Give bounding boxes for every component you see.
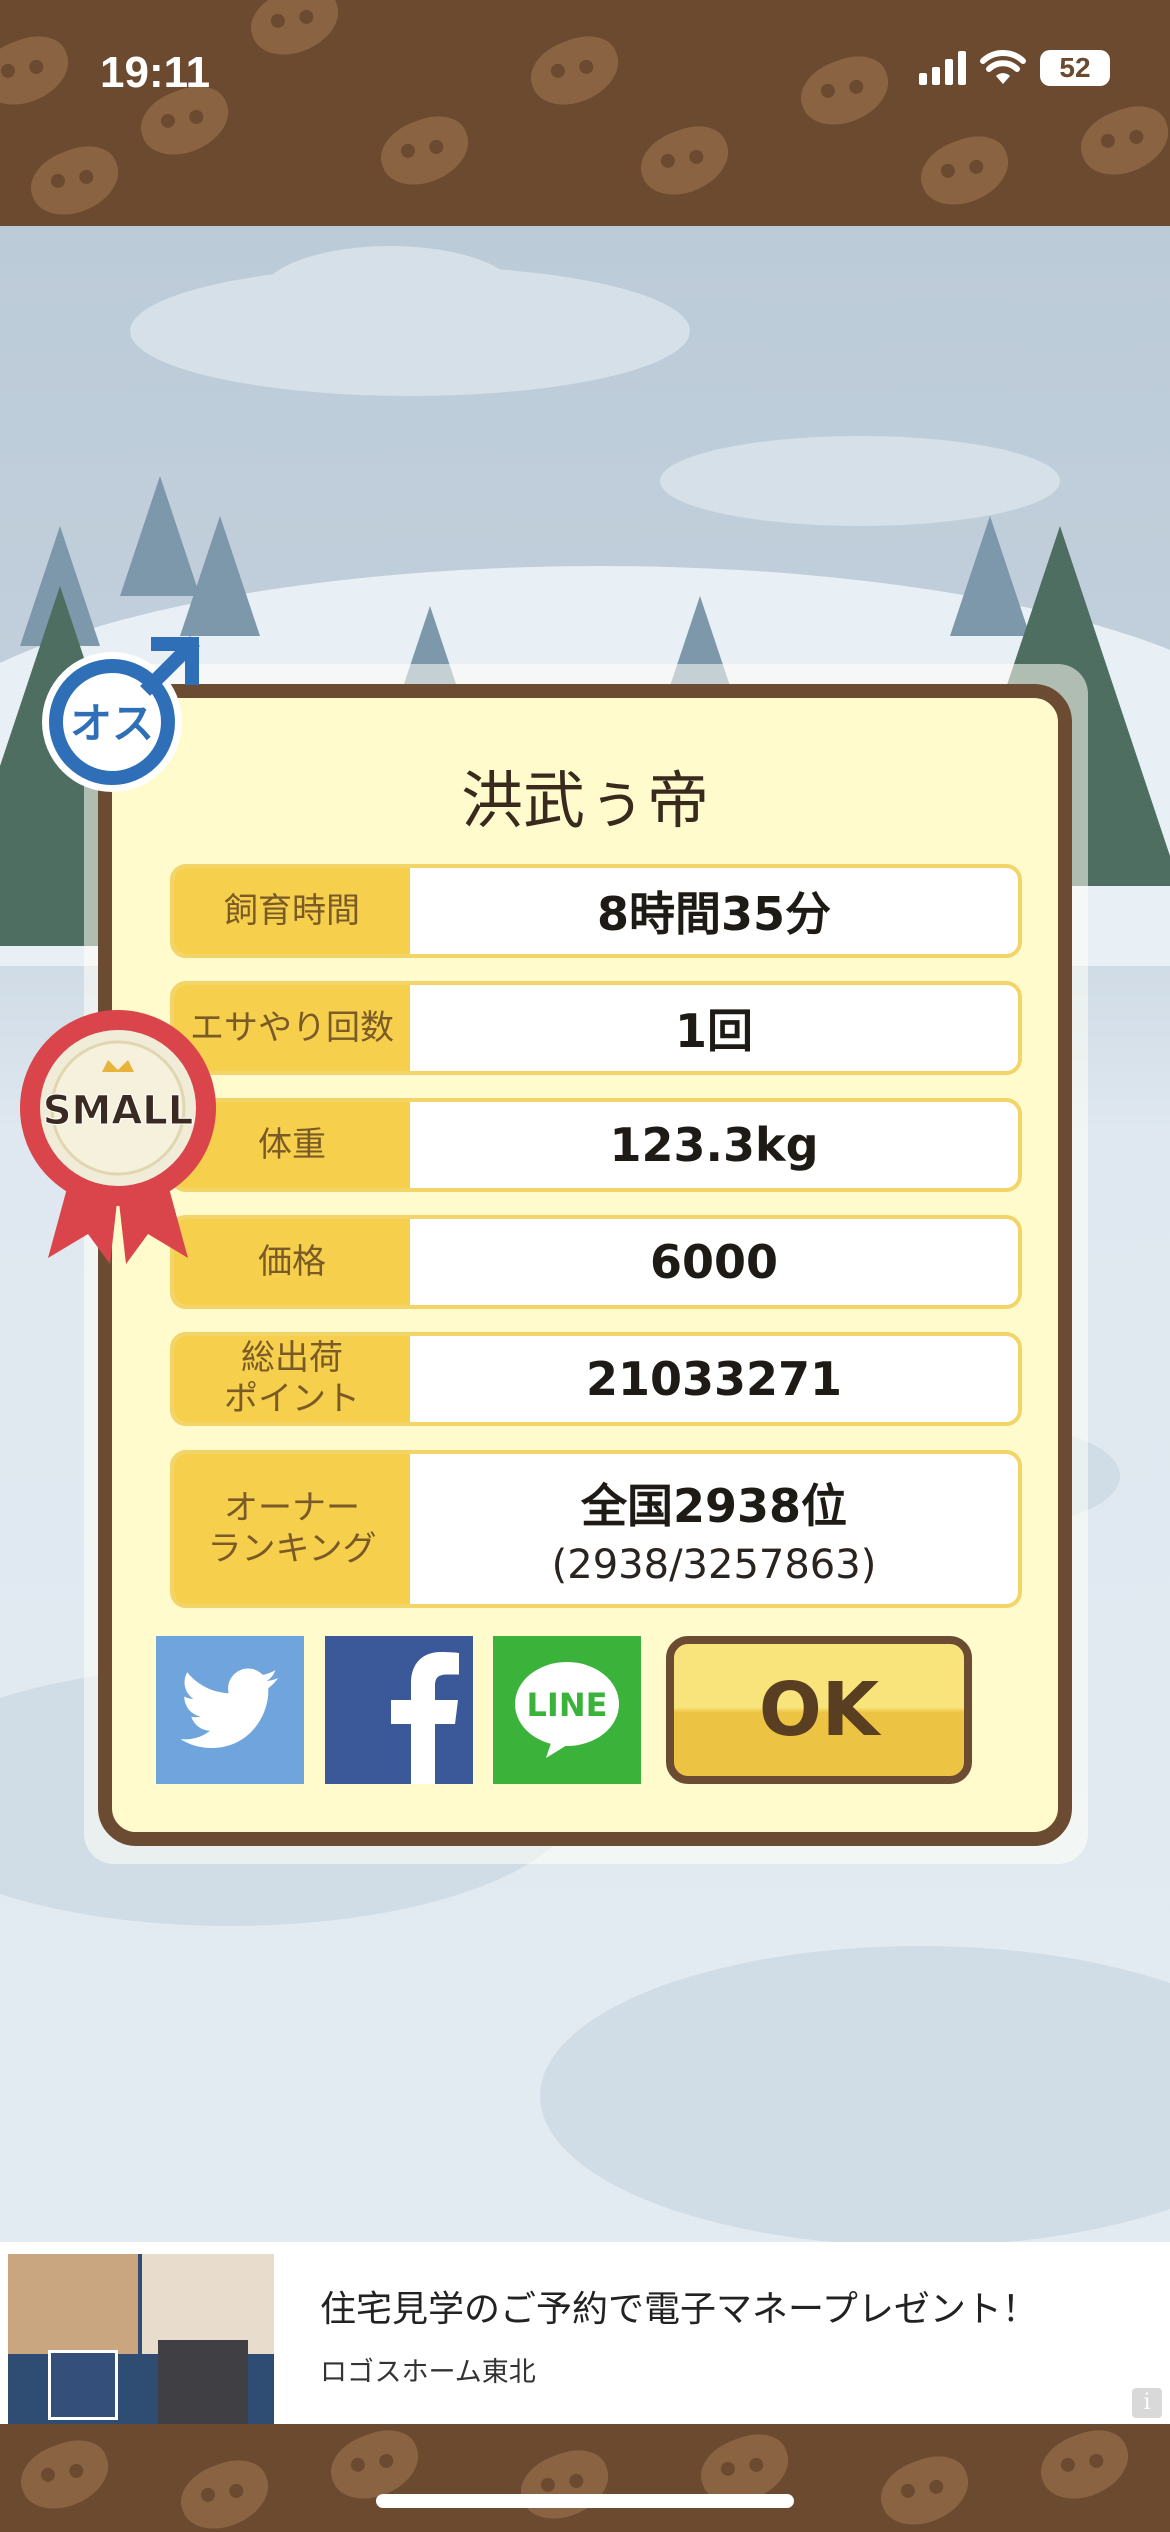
ok-button[interactable]: OK: [666, 1636, 972, 1784]
stat-label: オーナー ランキング: [174, 1454, 410, 1604]
pattern-blob: [792, 46, 898, 136]
stat-row-price: 価格 6000: [170, 1215, 1022, 1309]
pattern-blob: [242, 0, 348, 66]
ad-advertiser[interactable]: ロゴスホーム東北: [320, 2350, 536, 2389]
ad-house-exterior: [48, 2350, 118, 2420]
ad-interior-photo: [142, 2254, 274, 2354]
ad-banner[interactable]: 住宅見学のご予約で電子マネープレゼント！ ロゴスホーム東北 i: [0, 2242, 1170, 2424]
result-dialog: 洪武ぅ帝 飼育時間 8時間35分 エサやり回数 1回 体重 123.3kg 価格…: [98, 684, 1072, 1846]
pattern-blob: [372, 106, 478, 196]
facebook-icon: [391, 1652, 459, 1784]
twitter-icon: [180, 1668, 279, 1748]
pattern-blob: [0, 26, 78, 116]
stat-label: 飼育時間: [174, 868, 410, 954]
pattern-blob: [1032, 2420, 1138, 2510]
pig-name-title: 洪武ぅ帝: [460, 764, 709, 837]
facebook-share-button[interactable]: [325, 1636, 473, 1784]
pattern-blob: [22, 136, 128, 226]
stat-row-owner-ranking: オーナー ランキング 全国2938位 (2938/3257863): [170, 1450, 1022, 1608]
line-icon: LINE: [515, 1662, 619, 1758]
ranking-detail: (2938/3257863): [551, 1542, 877, 1588]
ad-house-exterior: [158, 2340, 248, 2424]
cloud: [260, 246, 520, 346]
cloud: [660, 436, 1060, 526]
snow-mound: [540, 1946, 1170, 2242]
stat-value-group: 全国2938位 (2938/3257863): [410, 1454, 1018, 1604]
gender-label: オス: [70, 699, 154, 748]
cellular-signal-icon: [919, 51, 966, 85]
stat-value: 21033271: [585, 1352, 843, 1406]
twitter-share-button[interactable]: [156, 1636, 304, 1784]
pine-tree: [180, 516, 260, 636]
line-share-button[interactable]: LINE: [493, 1636, 641, 1784]
bottom-pattern-band: [0, 2420, 1170, 2532]
small-size-ribbon-badge: SMALL: [20, 1010, 216, 1264]
pattern-blob: [1072, 96, 1170, 186]
pattern-blob: [522, 26, 628, 116]
stat-value: 8時間35分: [596, 887, 832, 941]
battery-icon: 52: [1040, 50, 1110, 86]
ad-info-icon[interactable]: i: [1132, 2388, 1162, 2418]
stat-row-rearing-time: 飼育時間 8時間35分: [170, 864, 1022, 958]
status-time: 19:11: [100, 48, 211, 97]
ad-interior-photo: [8, 2254, 138, 2354]
pattern-blob: [172, 2450, 278, 2532]
size-label: SMALL: [43, 1088, 194, 1134]
status-icons: 52: [919, 50, 1110, 86]
pattern-blob: [512, 2440, 618, 2530]
svg-text:LINE: LINE: [527, 1686, 608, 1724]
stat-value: 1回: [674, 1004, 753, 1058]
stat-label: 総出荷 ポイント: [174, 1336, 410, 1422]
ad-house-image[interactable]: [8, 2254, 274, 2424]
ranking-value: 全国2938位: [580, 1479, 848, 1533]
home-indicator[interactable]: [376, 2494, 794, 2508]
pattern-blob: [912, 126, 1018, 216]
stat-row-feed-count: エサやり回数 1回: [170, 981, 1022, 1075]
stat-row-weight: 体重 123.3kg: [170, 1098, 1022, 1192]
wifi-icon: [980, 50, 1026, 84]
top-pattern-band: [0, 0, 1170, 226]
pattern-blob: [12, 2430, 118, 2520]
stat-value: 123.3kg: [609, 1118, 819, 1172]
stat-value: 6000: [649, 1235, 779, 1289]
stat-row-shipment-points: 総出荷 ポイント 21033271: [170, 1332, 1022, 1426]
pattern-blob: [632, 116, 738, 206]
pattern-blob: [872, 2446, 978, 2532]
ad-headline[interactable]: 住宅見学のご予約で電子マネープレゼント！: [320, 2280, 1038, 2332]
male-gender-badge: オス: [42, 636, 200, 792]
